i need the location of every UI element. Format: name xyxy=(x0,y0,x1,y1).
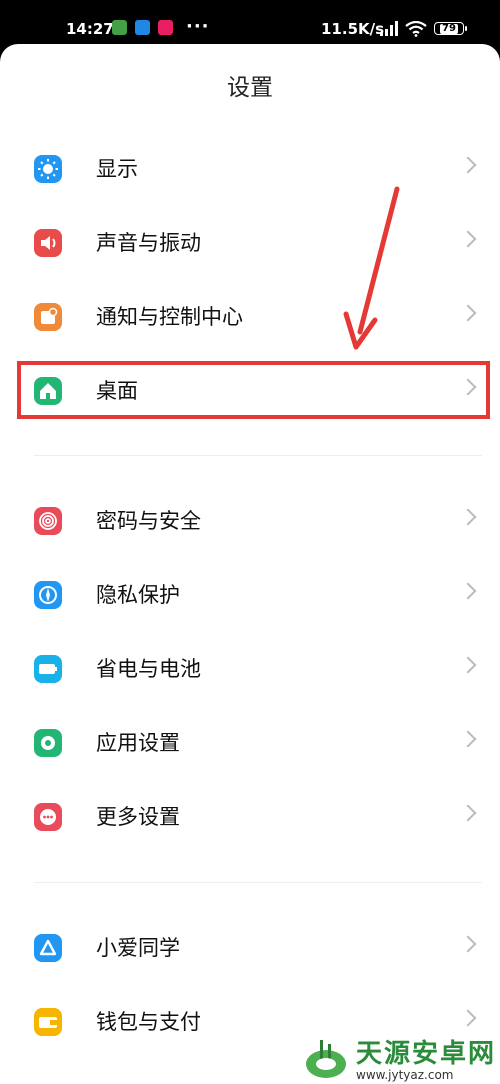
settings-item-more[interactable]: 更多设置 xyxy=(0,787,500,847)
settings-item-label: 应用设置 xyxy=(96,731,180,755)
more-icon xyxy=(34,803,62,831)
chevron-right-icon xyxy=(459,1009,477,1027)
wallet-icon xyxy=(34,1008,62,1036)
chevron-right-icon xyxy=(459,304,477,322)
settings-item-notification[interactable]: 通知与控制中心 xyxy=(0,287,500,347)
settings-item-label: 通知与控制中心 xyxy=(96,305,243,329)
speaker-icon xyxy=(34,229,62,257)
app-notif-icon-1 xyxy=(112,20,127,35)
gear-icon xyxy=(34,729,62,757)
settings-item-label: 隐私保护 xyxy=(96,583,180,607)
chevron-right-icon xyxy=(459,230,477,248)
settings-item-privacy[interactable]: 隐私保护 xyxy=(0,565,500,625)
watermark: 天源安卓网 www.jytyaz.com xyxy=(302,1033,496,1082)
settings-item-label: 省电与电池 xyxy=(96,657,201,681)
settings-item-sound[interactable]: 声音与振动 xyxy=(0,213,500,273)
status-bar: 14:27 ··· 11.5K/s 79 xyxy=(0,0,500,44)
group-divider xyxy=(34,882,482,883)
watermark-logo-icon xyxy=(306,1039,346,1078)
wifi-icon xyxy=(405,21,427,37)
chevron-right-icon xyxy=(459,804,477,822)
more-notifications-dots: ··· xyxy=(186,16,210,37)
settings-item-label: 显示 xyxy=(96,157,138,181)
settings-item-display[interactable]: 显示 xyxy=(0,139,500,199)
notification-icon xyxy=(34,303,62,331)
settings-item-password-security[interactable]: 密码与安全 xyxy=(0,491,500,551)
status-time: 14:27 xyxy=(66,20,114,38)
chevron-right-icon xyxy=(459,656,477,674)
settings-item-label: 声音与振动 xyxy=(96,231,201,255)
group-divider xyxy=(34,455,482,456)
watermark-url: www.jytyaz.com xyxy=(356,1068,454,1082)
settings-item-label: 更多设置 xyxy=(96,805,180,829)
highlight-box xyxy=(17,361,490,419)
status-app-icons xyxy=(112,20,173,35)
xiaoai-icon xyxy=(34,934,62,962)
page-title: 设置 xyxy=(227,75,273,101)
app-notif-icon-3 xyxy=(158,20,173,35)
chevron-right-icon xyxy=(459,156,477,174)
settings-item-label: 小爱同学 xyxy=(96,936,180,960)
settings-item-battery[interactable]: 省电与电池 xyxy=(0,639,500,699)
battery-level: 79 xyxy=(440,22,458,34)
brightness-icon xyxy=(34,155,62,183)
settings-item-label: 钱包与支付 xyxy=(96,1010,201,1034)
settings-sheet: 设置 显示 声音与振动 通知与控制中心 桌面 密码与安全 隐私保护 省电与电池 … xyxy=(0,44,500,1084)
chevron-right-icon xyxy=(459,508,477,526)
battery-tip xyxy=(465,26,467,31)
chevron-right-icon xyxy=(459,582,477,600)
fingerprint-icon xyxy=(34,507,62,535)
chevron-right-icon xyxy=(459,935,477,953)
watermark-text: 天源安卓网 xyxy=(356,1039,497,1069)
battery-icon xyxy=(34,655,62,683)
battery-indicator: 79 xyxy=(434,22,464,35)
signal-icon xyxy=(380,21,398,36)
chevron-right-icon xyxy=(459,730,477,748)
settings-item-xiaoai[interactable]: 小爱同学 xyxy=(0,918,500,978)
settings-item-label: 密码与安全 xyxy=(96,509,201,533)
app-notif-icon-2 xyxy=(135,20,150,35)
settings-item-app-settings[interactable]: 应用设置 xyxy=(0,713,500,773)
network-speed: 11.5K/s xyxy=(321,20,385,38)
privacy-compass-icon xyxy=(34,581,62,609)
